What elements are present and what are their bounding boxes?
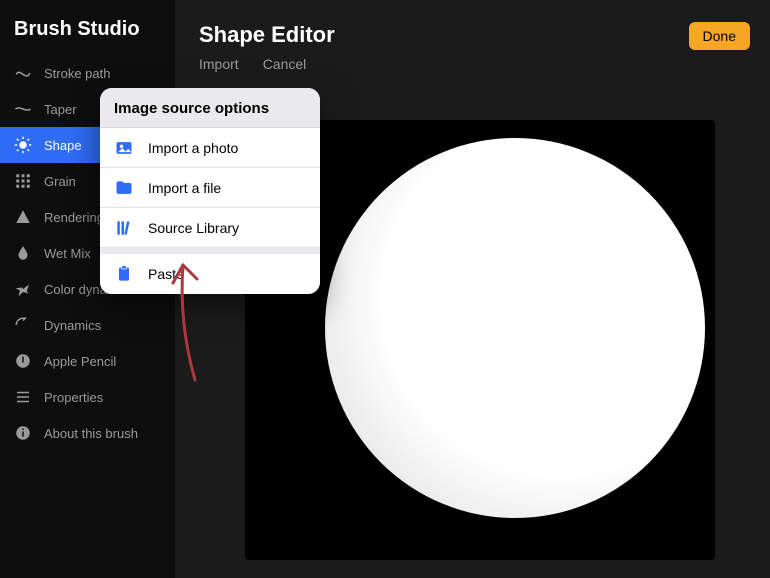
brush-shape-preview [325, 138, 705, 518]
image-source-popover: Image source options Import a photo Impo… [100, 88, 320, 294]
sidebar-item-label: Rendering [44, 210, 104, 225]
sidebar-item-label: Grain [44, 174, 76, 189]
sidebar-item-apple-pencil[interactable]: Apple Pencil [0, 343, 175, 379]
import-link[interactable]: Import [199, 56, 239, 72]
popover-item-paste[interactable]: Paste [100, 254, 320, 294]
clipboard-icon [114, 264, 134, 284]
popover-item-label: Paste [148, 266, 184, 282]
path-icon [14, 64, 32, 82]
wetmix-icon [14, 244, 32, 262]
sidebar-item-label: Taper [44, 102, 77, 117]
shape-icon [14, 136, 32, 154]
colordynamics-icon [14, 280, 32, 298]
properties-icon [14, 388, 32, 406]
app-title: Brush Studio [0, 18, 175, 55]
sidebar-item-label: About this brush [44, 426, 138, 441]
applepencil-icon [14, 352, 32, 370]
popover-item-source-library[interactable]: Source Library [100, 208, 320, 248]
editor-header: Shape Editor Import Cancel [175, 0, 770, 72]
grain-icon [14, 172, 32, 190]
sidebar-item-about[interactable]: About this brush [0, 415, 175, 451]
popover-item-import-file[interactable]: Import a file [100, 168, 320, 208]
sidebar-item-label: Wet Mix [44, 246, 91, 261]
sidebar-item-stroke-path[interactable]: Stroke path [0, 55, 175, 91]
info-icon [14, 424, 32, 442]
sidebar-item-properties[interactable]: Properties [0, 379, 175, 415]
rendering-icon [14, 208, 32, 226]
photo-icon [114, 138, 134, 158]
dynamics-icon [14, 316, 32, 334]
library-icon [114, 218, 134, 238]
sidebar-item-label: Shape [44, 138, 82, 153]
popover-item-label: Source Library [148, 220, 239, 236]
editor-title: Shape Editor [199, 22, 746, 48]
sidebar-item-label: Stroke path [44, 66, 111, 81]
sidebar-item-dynamics[interactable]: Dynamics [0, 307, 175, 343]
sidebar-item-label: Apple Pencil [44, 354, 116, 369]
popover-title: Image source options [100, 88, 320, 128]
cancel-link[interactable]: Cancel [263, 56, 307, 72]
done-button[interactable]: Done [689, 22, 750, 50]
taper-icon [14, 100, 32, 118]
popover-item-import-photo[interactable]: Import a photo [100, 128, 320, 168]
folder-icon [114, 178, 134, 198]
sidebar-item-label: Properties [44, 390, 103, 405]
popover-item-label: Import a photo [148, 140, 238, 156]
sidebar-item-label: Dynamics [44, 318, 101, 333]
editor-subnav: Import Cancel [199, 56, 746, 72]
popover-item-label: Import a file [148, 180, 221, 196]
